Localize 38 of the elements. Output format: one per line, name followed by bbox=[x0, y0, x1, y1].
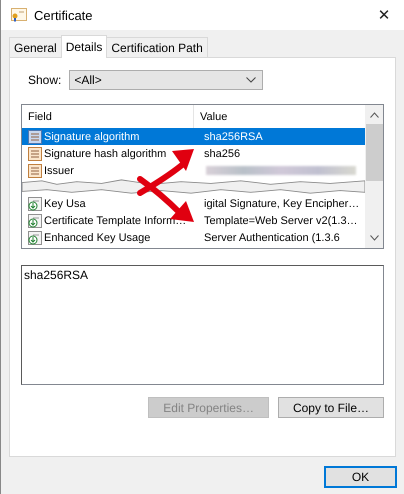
field-value: sha256RSA bbox=[203, 130, 263, 142]
document-icon bbox=[28, 130, 42, 144]
show-label: Show: bbox=[28, 73, 62, 87]
list-row[interactable]: Signature algorithm sha256RSA bbox=[22, 128, 365, 145]
scrollbar[interactable] bbox=[365, 105, 383, 248]
detail-text-box[interactable]: sha256RSA bbox=[21, 265, 384, 385]
list-row[interactable]: Enhanced Key Usage Server Authentication (1.3.6 bbox=[22, 229, 365, 246]
list-row[interactable]: Key Usa igital Signature, Key Encipher… bbox=[22, 195, 365, 212]
ok-button[interactable]: OK bbox=[324, 466, 397, 488]
document-icon bbox=[28, 146, 42, 160]
document-icon bbox=[28, 164, 42, 178]
field-name: Issuer bbox=[44, 164, 75, 176]
field-value: igital Signature, Key Encipher… bbox=[203, 198, 360, 210]
certificate-icon bbox=[11, 8, 27, 22]
tab[interactable]: Certification Path bbox=[106, 37, 208, 57]
document-download-icon bbox=[28, 214, 42, 228]
tab[interactable]: Details bbox=[60, 35, 108, 58]
window-title: Certificate bbox=[34, 8, 93, 22]
column-header[interactable]: Value bbox=[194, 105, 228, 128]
field-name: Key Usa bbox=[44, 198, 87, 210]
field-value: sha256 bbox=[203, 148, 240, 160]
document-download-icon bbox=[28, 196, 42, 210]
tab[interactable]: General bbox=[9, 37, 62, 57]
dialog-button[interactable]: Copy to File… bbox=[278, 397, 384, 418]
field-name: Enhanced Key Usage bbox=[44, 232, 152, 244]
field-value: Template=Web Server v2(1.3… bbox=[203, 214, 358, 226]
chevron-up-icon bbox=[370, 112, 378, 118]
field-name: Certificate Template Inform… bbox=[44, 214, 188, 226]
chevron-down-icon bbox=[246, 77, 256, 83]
field-value: Server Authentication (1.3.6 bbox=[203, 232, 340, 244]
document-download-icon bbox=[28, 230, 42, 244]
chevron-down-icon bbox=[370, 235, 378, 241]
field-name: Signature hash algorithm bbox=[44, 148, 168, 160]
list-row[interactable]: Issuer bbox=[22, 162, 365, 179]
list-row[interactable]: Certificate Template Inform… Template=Web Server v2(1.3… bbox=[22, 212, 365, 229]
list-row[interactable]: Signature hash algorithm sha256 bbox=[22, 145, 365, 162]
show-dropdown[interactable]: <All> bbox=[69, 70, 264, 90]
field-name: Signature algorithm bbox=[44, 130, 140, 142]
